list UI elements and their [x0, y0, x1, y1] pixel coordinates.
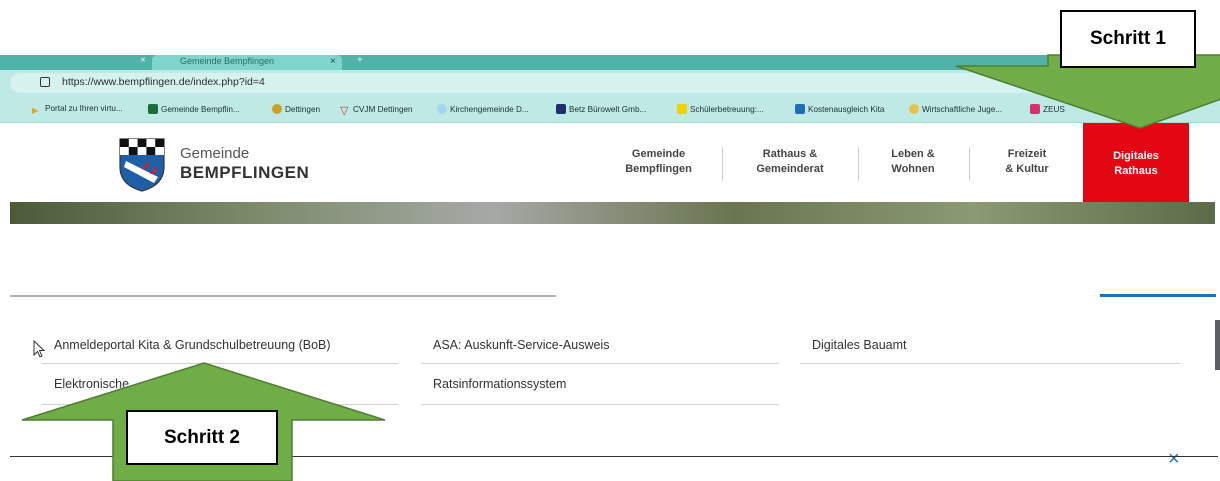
annotation-step1: Schritt 1: [1060, 10, 1196, 68]
annotation-step2: Schritt 2: [126, 410, 278, 465]
annotation-layer: [21, 54, 1220, 481]
